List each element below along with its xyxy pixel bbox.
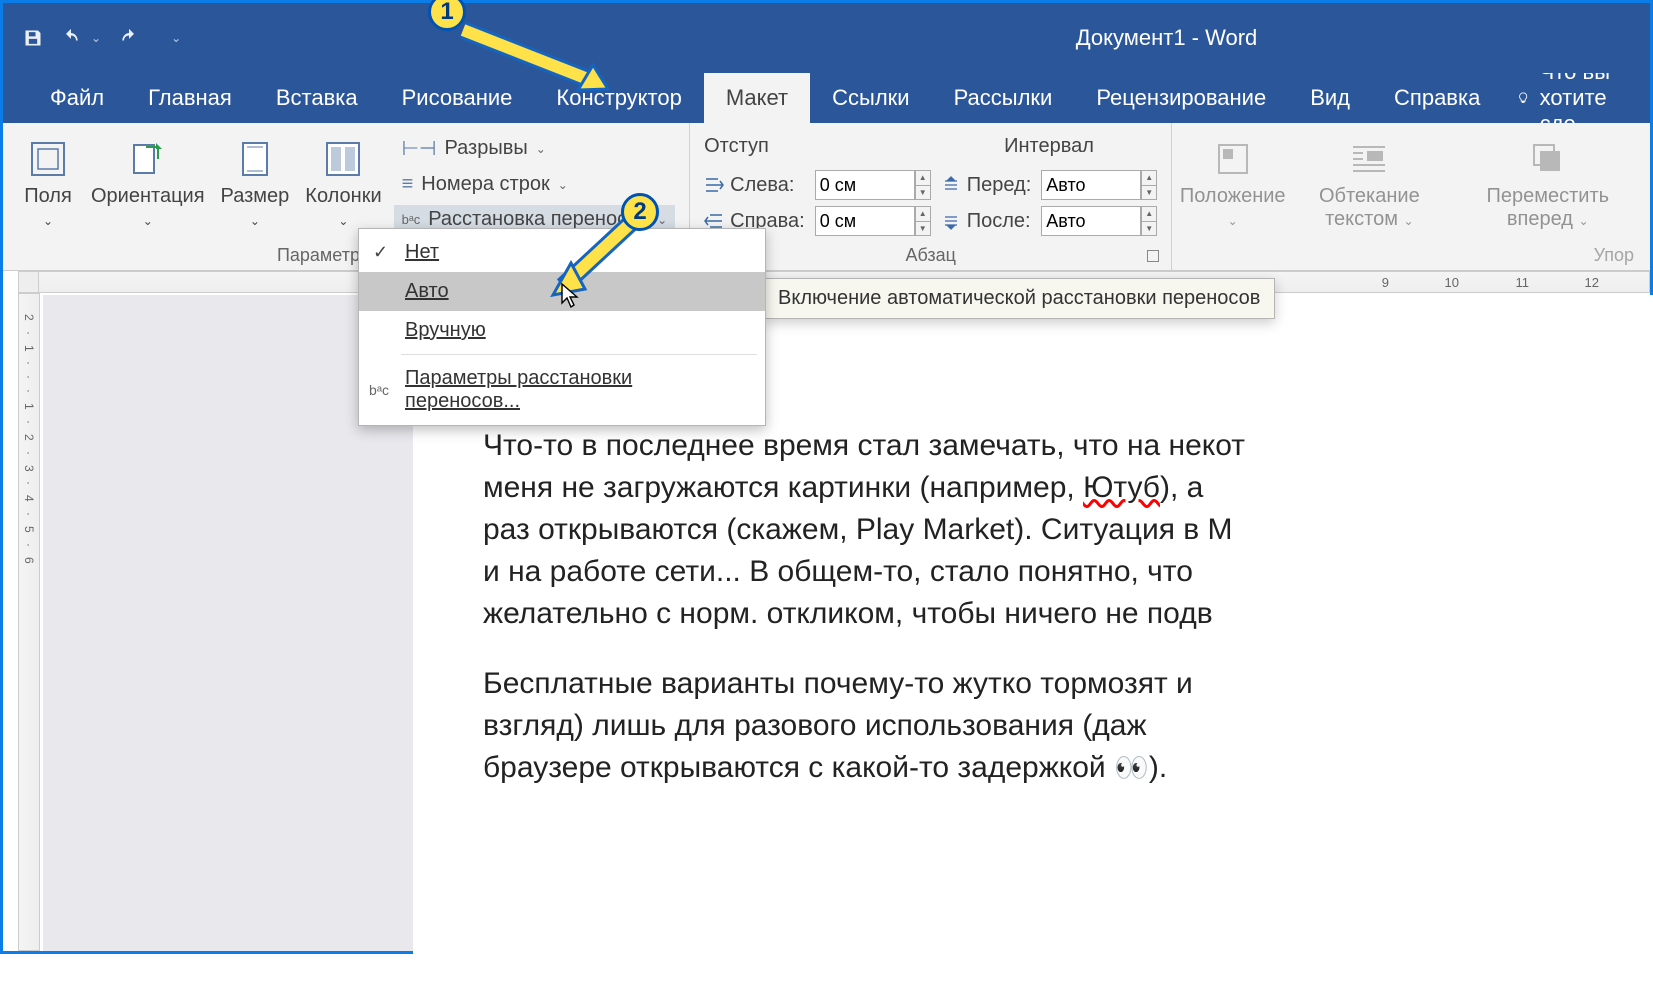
tell-me-search[interactable]: Что вы хотите сде <box>1502 73 1650 123</box>
size-button[interactable]: Размер⌄ <box>213 129 298 235</box>
bring-forward-button[interactable]: Переместить вперед ⌄ <box>1456 129 1640 235</box>
check-icon: ✓ <box>373 242 388 263</box>
spacing-after-icon <box>941 211 961 231</box>
spacing-before-input[interactable] <box>1041 170 1141 200</box>
undo-icon[interactable] <box>61 28 81 48</box>
annotation-marker-2: 2 <box>621 193 659 231</box>
menu-separator <box>401 354 757 355</box>
breaks-icon: ⊢⊣ <box>402 136 437 161</box>
columns-icon <box>323 139 363 179</box>
hyphenation-icon: bᵃc <box>402 212 421 227</box>
hyphenation-options[interactable]: bᵃc Параметры расстановки переносов... <box>359 359 765 421</box>
size-icon <box>235 139 275 179</box>
tab-home[interactable]: Главная <box>126 73 254 123</box>
wrap-text-button[interactable]: Обтекание текстом ⌄ <box>1283 129 1455 235</box>
spacing-before-icon <box>941 175 961 195</box>
indent-heading: Отступ <box>704 133 931 164</box>
bring-forward-icon <box>1528 139 1568 179</box>
breaks-button[interactable]: ⊢⊣ Разрывы⌄ <box>394 133 676 164</box>
indent-left-spinner[interactable]: ▲▼ <box>915 170 931 200</box>
orientation-button[interactable]: Ориентация⌄ <box>83 129 213 235</box>
margins-button[interactable]: Поля⌄ <box>13 129 83 235</box>
doc-paragraph-3[interactable]: Бесплатные варианты почему-то жутко торм… <box>483 663 1643 789</box>
tab-mailings[interactable]: Рассылки <box>932 73 1075 123</box>
wrap-text-icon <box>1349 139 1389 179</box>
tab-layout[interactable]: Макет <box>704 73 810 123</box>
undo-dropdown-icon[interactable]: ⌄ <box>91 31 101 45</box>
group-label-arrange: Упор <box>1182 241 1640 268</box>
ribbon: Поля⌄ Ориентация⌄ Размер⌄ Колонки⌄ ⊢⊣ Ра… <box>3 123 1650 271</box>
quick-access-toolbar: ⌄ ⌄ <box>23 28 181 48</box>
hyphenation-options-icon: bᵃc <box>369 382 389 398</box>
spacing-heading: Интервал <box>941 133 1158 164</box>
paragraph-dialog-launcher[interactable] <box>1147 250 1159 262</box>
doc-paragraph-2[interactable]: Что-то в последнее время стал замечать, … <box>483 425 1643 635</box>
tab-review[interactable]: Рецензирование <box>1074 73 1288 123</box>
ribbon-tabs: Файл Главная Вставка Рисование Конструкт… <box>3 73 1650 123</box>
tab-references[interactable]: Ссылки <box>810 73 931 123</box>
lightbulb-icon <box>1517 86 1529 110</box>
spacing-before-spinner[interactable]: ▲▼ <box>1141 170 1157 200</box>
document-canvas[interactable]: Приветствую! Что-то в последнее время ст… <box>43 295 1650 951</box>
qat-customize-icon[interactable]: ⌄ <box>171 31 181 45</box>
indent-right-spinner[interactable]: ▲▼ <box>915 206 931 236</box>
save-icon[interactable] <box>23 28 43 48</box>
indent-right-input[interactable] <box>815 206 915 236</box>
indent-left-label: Слева: <box>730 174 794 197</box>
columns-button[interactable]: Колонки⌄ <box>297 129 389 235</box>
position-button[interactable]: Положение⌄ <box>1182 129 1283 235</box>
line-numbers-icon: ≡ <box>402 173 414 196</box>
spacing-after-spinner[interactable]: ▲▼ <box>1141 206 1157 236</box>
mouse-cursor-icon <box>561 283 581 309</box>
tab-insert[interactable]: Вставка <box>254 73 380 123</box>
ruler-corner <box>18 271 40 293</box>
title-bar: ⌄ ⌄ Документ1 - Word <box>3 3 1650 73</box>
tooltip-hyphenation-auto: Включение автоматической расстановки пер… <box>763 278 1275 319</box>
tab-file[interactable]: Файл <box>28 73 126 123</box>
spacing-after-input[interactable] <box>1041 206 1141 236</box>
indent-left-input[interactable] <box>815 170 915 200</box>
hyphenation-manual[interactable]: Вручную <box>359 311 765 350</box>
document-title: Документ1 - Word <box>1076 25 1258 51</box>
position-icon <box>1213 139 1253 179</box>
margins-icon <box>28 139 68 179</box>
indent-left-icon <box>704 175 724 195</box>
spacing-after-label: После: <box>967 210 1031 233</box>
ruler-vertical[interactable]: 2·1···1·2·3·4·5·6 <box>18 293 40 951</box>
tab-help[interactable]: Справка <box>1372 73 1502 123</box>
spacing-before-label: Перед: <box>967 174 1032 197</box>
tab-view[interactable]: Вид <box>1288 73 1372 123</box>
group-arrange: Положение⌄ Обтекание текстом ⌄ Перемести… <box>1172 123 1650 270</box>
orientation-icon <box>128 139 168 179</box>
redo-icon[interactable] <box>119 28 139 48</box>
group-label-paragraph: Абзац <box>700 241 1161 268</box>
annotation-arrow-1 <box>448 15 628 105</box>
